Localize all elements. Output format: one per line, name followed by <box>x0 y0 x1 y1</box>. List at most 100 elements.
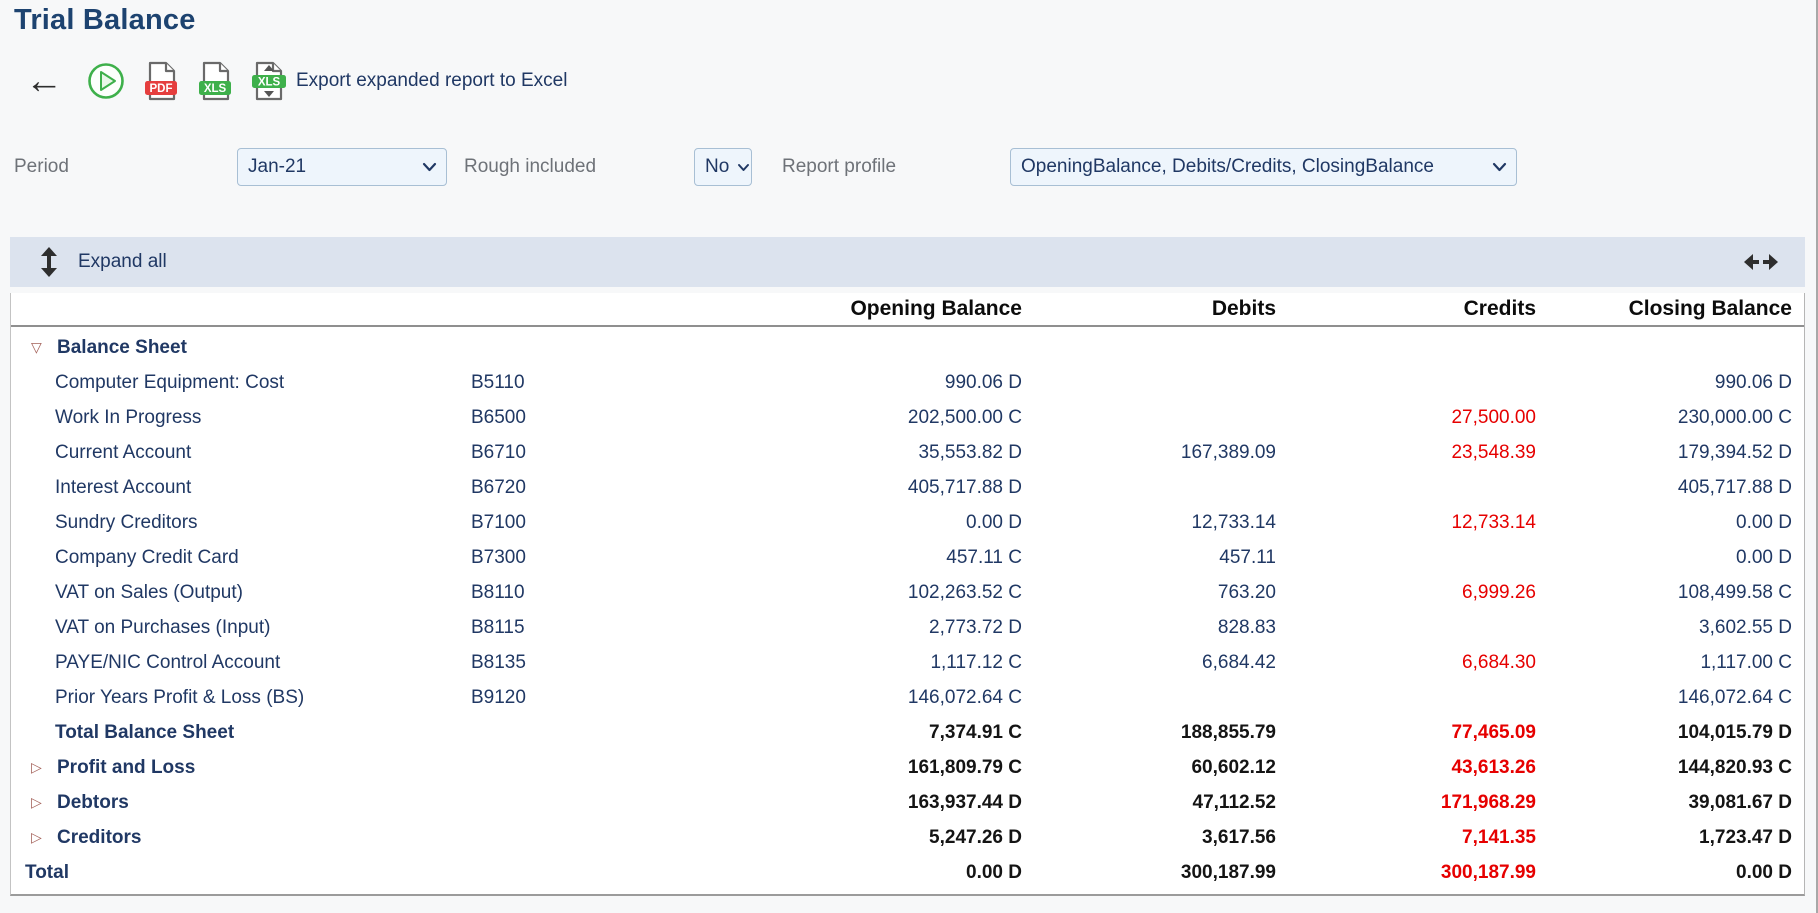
back-arrow-icon[interactable]: ← <box>24 61 64 101</box>
closing-balance-value: 104,015.79 D <box>1536 722 1804 744</box>
account-name-cell: Total Balance Sheet <box>11 722 461 744</box>
pdf-file-icon: PDF <box>142 60 180 102</box>
closing-balance-value: 146,072.64 C <box>1536 687 1804 709</box>
expand-triangle-icon[interactable]: ▷ <box>31 759 57 776</box>
xls-file-icon: XLS <box>196 60 234 102</box>
debits-value: 457.11 <box>1022 547 1276 569</box>
opening-balance-value: 2,773.72 D <box>581 617 1022 639</box>
account-name: Sundry Creditors <box>55 512 198 534</box>
account-name-cell[interactable]: ▽Balance Sheet <box>11 337 461 359</box>
account-name-cell: Work In Progress <box>11 407 461 429</box>
account-name: Debtors <box>57 792 129 814</box>
vertical-expand-icon <box>36 246 62 278</box>
table-row: Total Balance Sheet 7,374.91 C188,855.797… <box>11 715 1804 750</box>
account-name: VAT on Sales (Output) <box>55 582 243 604</box>
play-icon <box>86 61 126 101</box>
account-name-cell: VAT on Sales (Output) <box>11 582 461 604</box>
credits-value: 6,684.30 <box>1276 652 1536 674</box>
credits-value: 7,141.35 <box>1276 827 1536 849</box>
expand-triangle-icon[interactable]: ▷ <box>31 794 57 811</box>
account-name-cell: Sundry Creditors <box>11 512 461 534</box>
account-name-cell: Total <box>11 862 461 884</box>
filter-bar: Period Jan-21 Rough included No Report p… <box>0 148 1818 186</box>
credits-value: 27,500.00 <box>1276 407 1536 429</box>
table-row: Current AccountB671035,553.82 D167,389.0… <box>11 435 1804 470</box>
account-name-cell: Company Credit Card <box>11 547 461 569</box>
account-name-cell[interactable]: ▷Profit and Loss <box>11 757 461 779</box>
account-name: VAT on Purchases (Input) <box>55 617 270 639</box>
debits-value: 6,684.42 <box>1022 652 1276 674</box>
chevron-down-icon <box>422 162 437 172</box>
opening-balance-value: 163,937.44 D <box>581 792 1022 814</box>
debits-value: 3,617.56 <box>1022 827 1276 849</box>
account-name: Computer Equipment: Cost <box>55 372 284 394</box>
xls-expand-file-icon: XLS <box>248 59 288 103</box>
opening-balance-value: 161,809.79 C <box>581 757 1022 779</box>
account-name: Current Account <box>55 442 191 464</box>
account-name: PAYE/NIC Control Account <box>55 652 280 674</box>
opening-balance-value: 5,247.26 D <box>581 827 1022 849</box>
table-row: Sundry CreditorsB71000.00 D12,733.1412,7… <box>11 505 1804 540</box>
closing-balance-value: 230,000.00 C <box>1536 407 1804 429</box>
export-expanded-label: Export expanded report to Excel <box>296 70 567 92</box>
closing-balance-value: 405,717.88 D <box>1536 477 1804 499</box>
closing-balance-value: 0.00 D <box>1536 862 1804 884</box>
table-row: Prior Years Profit & Loss (BS)B9120146,0… <box>11 680 1804 715</box>
credits-value: 300,187.99 <box>1276 862 1536 884</box>
closing-balance-value: 179,394.52 D <box>1536 442 1804 464</box>
account-name: Total <box>25 862 69 884</box>
account-name-cell: PAYE/NIC Control Account <box>11 652 461 674</box>
table-row: PAYE/NIC Control AccountB81351,117.12 C6… <box>11 645 1804 680</box>
collapse-triangle-icon[interactable]: ▽ <box>31 339 57 356</box>
closing-balance-value: 0.00 D <box>1536 512 1804 534</box>
export-xls-icon[interactable]: XLS <box>196 60 234 102</box>
account-name-cell[interactable]: ▷Creditors <box>11 827 461 849</box>
account-code: B6500 <box>461 407 581 429</box>
account-name: Interest Account <box>55 477 191 499</box>
account-name: Total Balance Sheet <box>55 722 234 744</box>
period-value: Jan-21 <box>248 156 306 178</box>
opening-balance-value: 146,072.64 C <box>581 687 1022 709</box>
credits-value: 77,465.09 <box>1276 722 1536 744</box>
period-select[interactable]: Jan-21 <box>237 148 447 186</box>
closing-balance-value: 0.00 D <box>1536 547 1804 569</box>
opening-balance-value: 0.00 D <box>581 862 1022 884</box>
account-name: Creditors <box>57 827 141 849</box>
table-body: ▽Balance Sheet Computer Equipment: Cost B5… <box>11 327 1804 890</box>
debits-value: 12,733.14 <box>1022 512 1276 534</box>
account-name: Balance Sheet <box>57 337 187 359</box>
export-pdf-icon[interactable]: PDF <box>142 60 180 102</box>
opening-balance-value: 35,553.82 D <box>581 442 1022 464</box>
closing-balance-value: 39,081.67 D <box>1536 792 1804 814</box>
credits-value: 43,613.26 <box>1276 757 1536 779</box>
grid-toolbar: Expand all <box>10 237 1805 287</box>
rough-included-select[interactable]: No <box>694 148 752 186</box>
report-profile-select[interactable]: OpeningBalance, Debits/Credits, ClosingB… <box>1010 148 1517 186</box>
expand-triangle-icon[interactable]: ▷ <box>31 829 57 846</box>
account-name-cell[interactable]: ▷Debtors <box>11 792 461 814</box>
svg-text:PDF: PDF <box>150 83 173 95</box>
page-title: Trial Balance <box>14 4 196 37</box>
table-row: Work In ProgressB6500202,500.00 C27,500.… <box>11 400 1804 435</box>
svg-text:XLS: XLS <box>258 77 281 89</box>
account-code: B7300 <box>461 547 581 569</box>
chevron-down-icon <box>1492 162 1507 172</box>
toolbar: ← PDF XLS <box>24 58 567 104</box>
table-row: ▷Debtors163,937.44 D47,112.52171,968.293… <box>11 785 1804 820</box>
debits-value: 167,389.09 <box>1022 442 1276 464</box>
account-code: B6720 <box>461 477 581 499</box>
closing-balance-value: 1,723.47 D <box>1536 827 1804 849</box>
account-code: B5110 <box>461 372 581 394</box>
export-expanded-xls-icon[interactable]: XLS <box>248 59 288 103</box>
table-row: VAT on Sales (Output)B8110102,263.52 C76… <box>11 575 1804 610</box>
closing-balance-value: 1,117.00 C <box>1536 652 1804 674</box>
table-row: VAT on Purchases (Input)B81152,773.72 D8… <box>11 610 1804 645</box>
table-row: Total0.00 D300,187.99300,187.990.00 D <box>11 855 1804 890</box>
account-code: B9120 <box>461 687 581 709</box>
run-report-icon[interactable] <box>86 61 126 101</box>
fit-column-width-button[interactable] <box>1743 250 1779 279</box>
debits-value: 188,855.79 <box>1022 722 1276 744</box>
opening-balance-value: 7,374.91 C <box>581 722 1022 744</box>
closing-balance-value: 990.06 D <box>1536 372 1804 394</box>
expand-all-button[interactable]: Expand all <box>36 246 167 278</box>
